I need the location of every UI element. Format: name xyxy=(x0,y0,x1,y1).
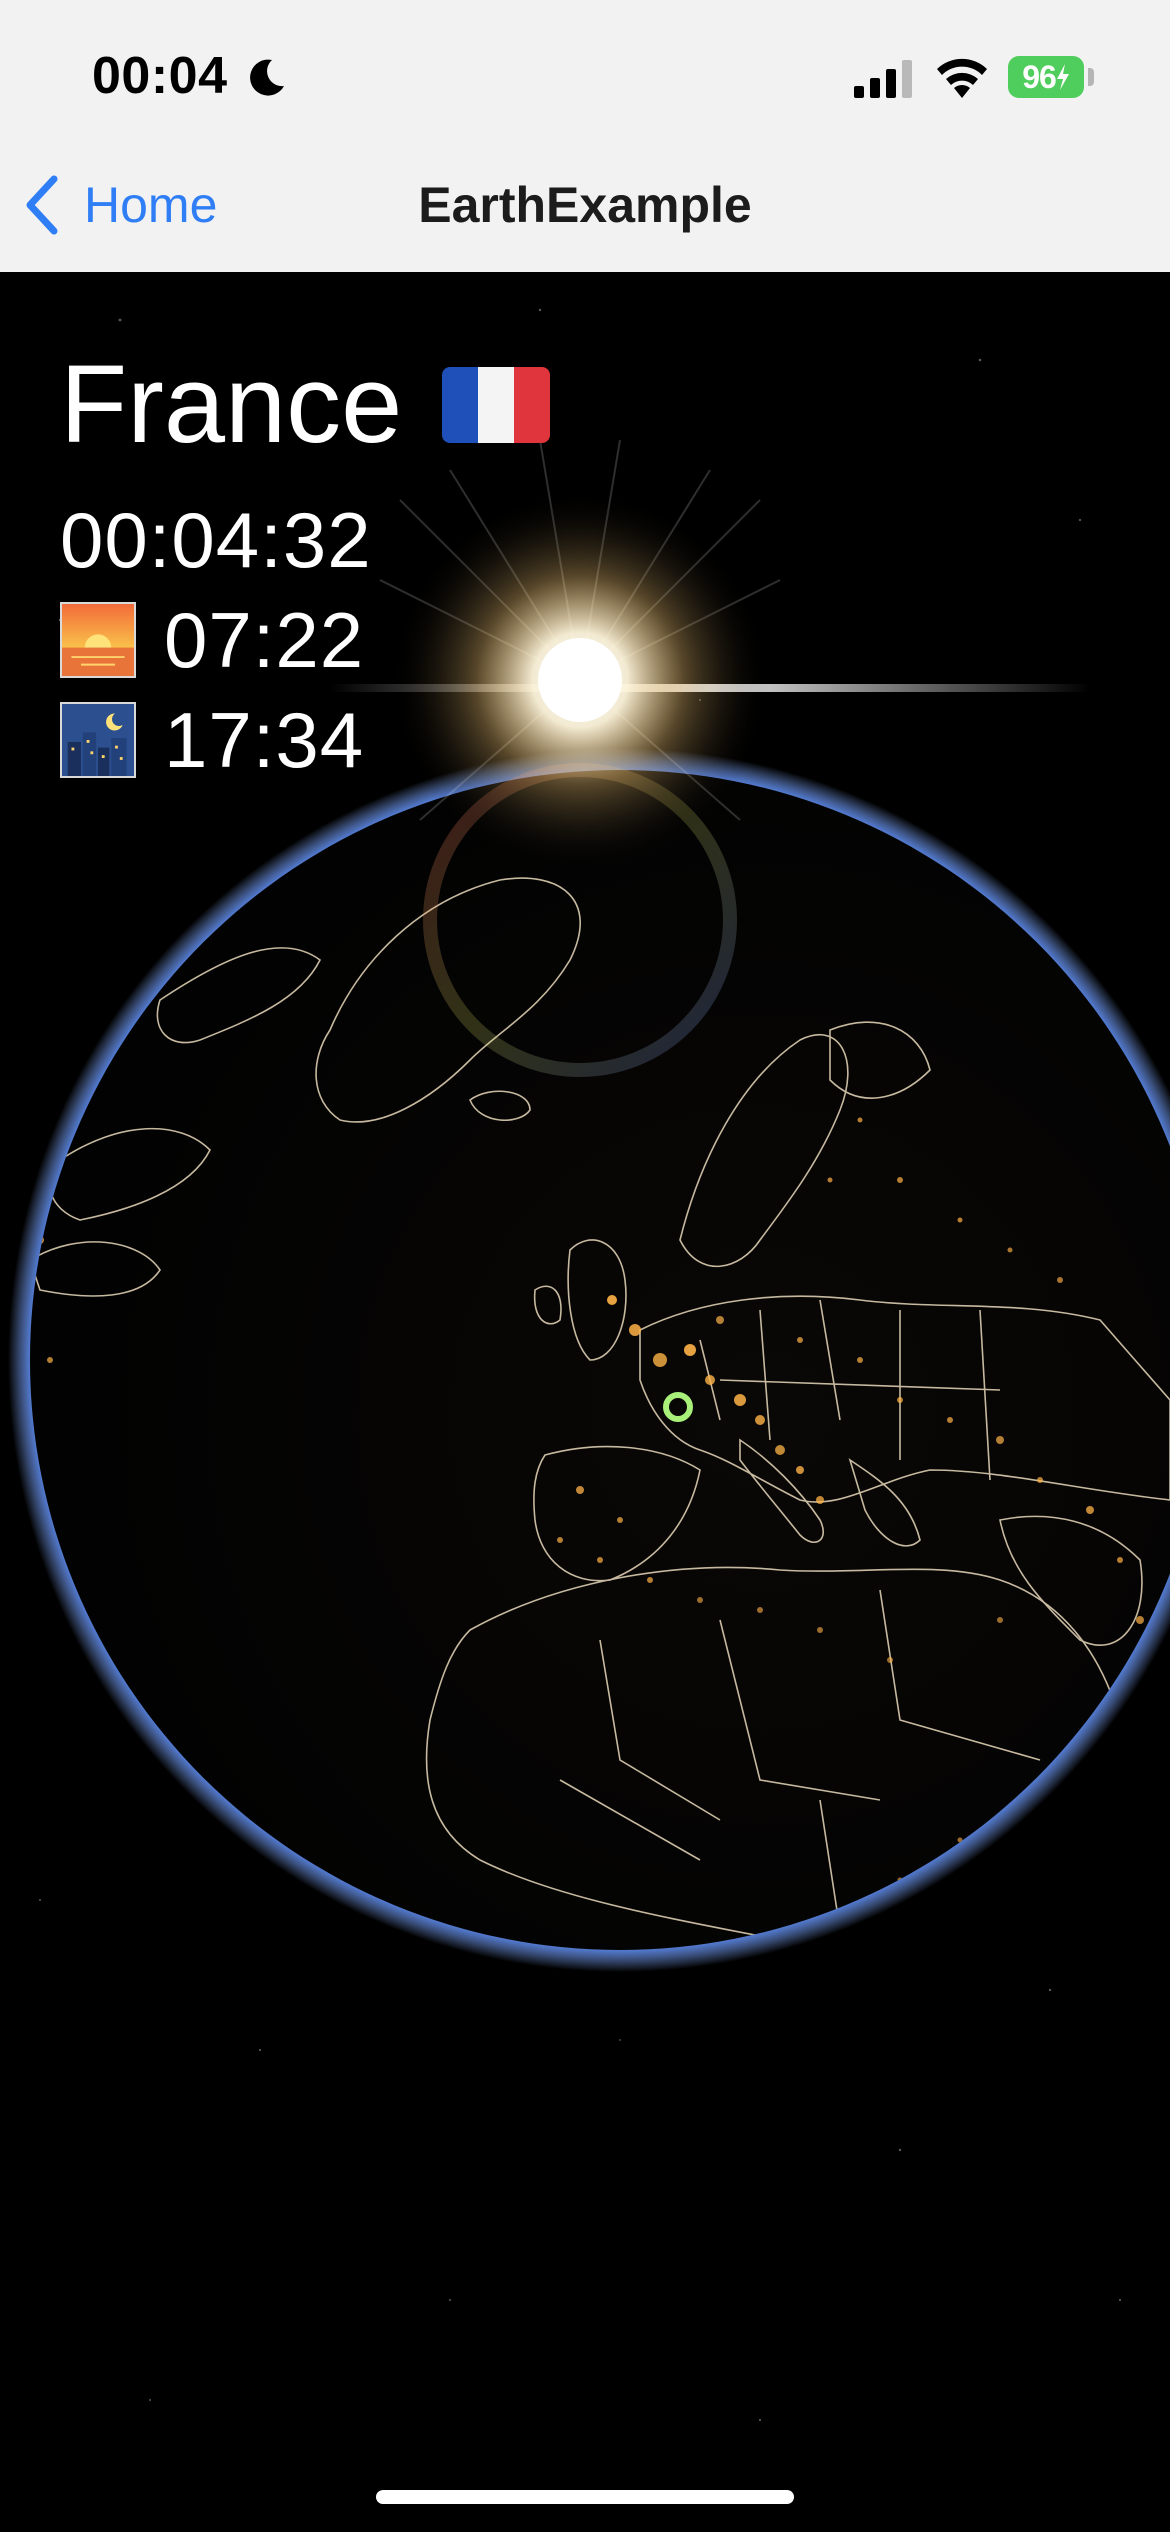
sunrise-row: 07:22 xyxy=(60,590,550,690)
sunrise-time: 07:22 xyxy=(164,595,365,684)
sunset-time: 17:34 xyxy=(164,695,365,784)
cellular-signal-icon xyxy=(854,60,912,98)
battery-cap xyxy=(1088,68,1094,86)
wifi-icon xyxy=(937,58,987,98)
nav-title: EarthExample xyxy=(418,177,752,233)
sunset-row: 17:34 xyxy=(60,690,550,790)
top-bar: 00:04 96 Home EarthExample xyxy=(0,0,1170,272)
night-city-icon xyxy=(60,702,136,778)
location-info: France 00:04:32 07:22 17:34 xyxy=(60,340,551,790)
battery-level: 96 xyxy=(1022,58,1057,95)
battery-indicator: 96 xyxy=(1008,56,1084,98)
globe-body xyxy=(30,770,1170,1950)
status-time: 00:04 xyxy=(92,47,228,105)
moon-icon xyxy=(250,59,284,96)
country-row: France xyxy=(60,340,551,470)
current-time: 00:04:32 xyxy=(60,496,372,584)
sunrise-icon xyxy=(60,602,136,678)
home-indicator[interactable] xyxy=(376,2490,794,2504)
battery-charging-icon xyxy=(1056,64,1069,90)
country-name: France xyxy=(60,343,403,466)
flag-france-icon xyxy=(442,367,551,443)
